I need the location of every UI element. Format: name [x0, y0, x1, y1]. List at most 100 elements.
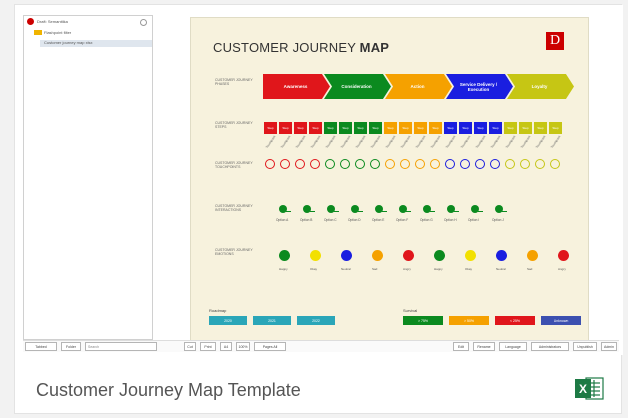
emotion-label: Okay: [465, 267, 473, 271]
touchpoint-ring: [385, 159, 395, 169]
page-title: CUSTOMER JOURNEY MAP: [213, 40, 390, 55]
interaction-dot: [423, 205, 435, 213]
emotion-face: [372, 250, 383, 261]
touchpoint-ring: [535, 159, 545, 169]
interaction-connector: [454, 211, 459, 212]
step-box: Step: [534, 122, 547, 134]
edit-button[interactable]: Edit: [453, 342, 469, 351]
legend-survival-title: Survival: [403, 308, 418, 313]
tree-item-root[interactable]: Draft: Semanttika: [37, 19, 68, 24]
emotion-label: Angry: [403, 267, 411, 271]
touchpoint-ring: [460, 159, 470, 169]
svg-text:X: X: [579, 382, 587, 396]
phase-chevron: Service Delivery / Execution: [446, 74, 513, 99]
interaction-connector: [334, 211, 339, 212]
language-button[interactable]: Language: [499, 342, 527, 351]
touchpoint-label: Touchpoint: [444, 134, 457, 149]
emotion-face: [434, 250, 445, 261]
gear-icon[interactable]: [140, 19, 147, 26]
emotion-label: Angry: [558, 267, 566, 271]
step-box: Step: [474, 122, 487, 134]
interaction-connector: [430, 211, 435, 212]
tree-item-folder[interactable]: Flashpoint filter: [44, 30, 71, 35]
row-label-emotions: CUSTOMER JOURNEY EMOTIONS: [215, 248, 253, 256]
interaction-dot: [279, 205, 291, 213]
zoom-select[interactable]: 100%: [236, 342, 250, 351]
touchpoint-ring: [550, 159, 560, 169]
step-box: Step: [459, 122, 472, 134]
survival-chip: > 75%: [403, 316, 443, 325]
interaction-connector: [382, 211, 387, 212]
interaction-connector: [406, 211, 411, 212]
emotion-label: Neutral: [341, 267, 351, 271]
interaction-dot: [447, 205, 459, 213]
emotion-face: [465, 250, 476, 261]
tabbed-button[interactable]: Tabbed: [25, 342, 57, 351]
touchpoint-ring: [430, 159, 440, 169]
interaction-dot: [471, 205, 483, 213]
phase-chevron: Awareness: [263, 74, 330, 99]
touchpoint-label: Touchpoint: [294, 134, 307, 149]
step-box: Step: [504, 122, 517, 134]
roadmap-chip: 2022: [297, 316, 335, 325]
interaction-connector: [358, 211, 363, 212]
step-box: Step: [369, 122, 382, 134]
interaction-connector: [286, 211, 291, 212]
emotion-label: Sad: [527, 267, 533, 271]
touchpoint-label: Touchpoint: [429, 134, 442, 149]
step-box: Step: [414, 122, 427, 134]
touchpoint-label: Touchpoint: [519, 134, 532, 149]
phase-chevron: Consideration: [324, 74, 391, 99]
file-tree-panel: Draft: Semanttika Flashpoint filter Cust…: [23, 15, 153, 340]
emotion-label: Sad: [372, 267, 378, 271]
interaction-connector: [502, 211, 507, 212]
unpublish-button[interactable]: Unpublish: [573, 342, 597, 351]
paper-size-select[interactable]: A4: [220, 342, 232, 351]
template-card[interactable]: Draft: Semanttika Flashpoint filter Cust…: [14, 4, 623, 414]
cut-button[interactable]: Cut: [184, 342, 196, 351]
interaction-label: Option A: [276, 218, 289, 222]
step-box: Step: [489, 122, 502, 134]
emotion-label: Happy: [434, 267, 443, 271]
touchpoint-label: Touchpoint: [534, 134, 547, 149]
row-label-steps: CUSTOMER JOURNEY STEPS: [215, 121, 253, 129]
print-button[interactable]: Print: [200, 342, 216, 351]
touchpoint-ring: [400, 159, 410, 169]
phase-chevron: Loyalty: [507, 74, 574, 99]
touchpoint-ring: [310, 159, 320, 169]
step-box: Step: [399, 122, 412, 134]
interaction-label: Option D: [348, 218, 361, 222]
touchpoint-label: Touchpoint: [279, 134, 292, 149]
folder-button[interactable]: Folder: [61, 342, 81, 351]
touchpoint-label: Touchpoint: [354, 134, 367, 149]
step-box: Step: [549, 122, 562, 134]
administrators-button[interactable]: Administrators: [531, 342, 569, 351]
touchpoint-label: Touchpoint: [324, 134, 337, 149]
interaction-label: Option B: [300, 218, 313, 222]
template-title[interactable]: Customer Journey Map Template: [36, 380, 301, 401]
touchpoint-label: Touchpoint: [414, 134, 427, 149]
pages-select[interactable]: Pages All: [254, 342, 286, 351]
rename-button[interactable]: Rename: [473, 342, 495, 351]
emotion-face: [403, 250, 414, 261]
interaction-dot: [399, 205, 411, 213]
row-label-phases: CUSTOMER JOURNEY PHASES: [215, 78, 253, 86]
interaction-label: Option C: [324, 218, 337, 222]
step-box: Step: [444, 122, 457, 134]
interaction-connector: [478, 211, 483, 212]
touchpoint-label: Touchpoint: [549, 134, 562, 149]
touchpoint-ring: [325, 159, 335, 169]
search-input[interactable]: Search: [85, 342, 157, 351]
touchpoint-ring: [280, 159, 290, 169]
admin-button[interactable]: Admin: [601, 342, 617, 351]
emotion-face: [310, 250, 321, 261]
row-label-touchpoints: CUSTOMER JOURNEY TOUCHPOINTS: [215, 161, 253, 169]
interaction-label: Option J: [492, 218, 504, 222]
interaction-dot: [495, 205, 507, 213]
step-box: Step: [519, 122, 532, 134]
tree-item-file[interactable]: Customer journey map xlsx: [40, 40, 152, 47]
emotion-label: Neutral: [496, 267, 506, 271]
touchpoint-label: Touchpoint: [309, 134, 322, 149]
template-preview[interactable]: Draft: Semanttika Flashpoint filter Cust…: [15, 5, 623, 355]
emotion-face: [558, 250, 569, 261]
